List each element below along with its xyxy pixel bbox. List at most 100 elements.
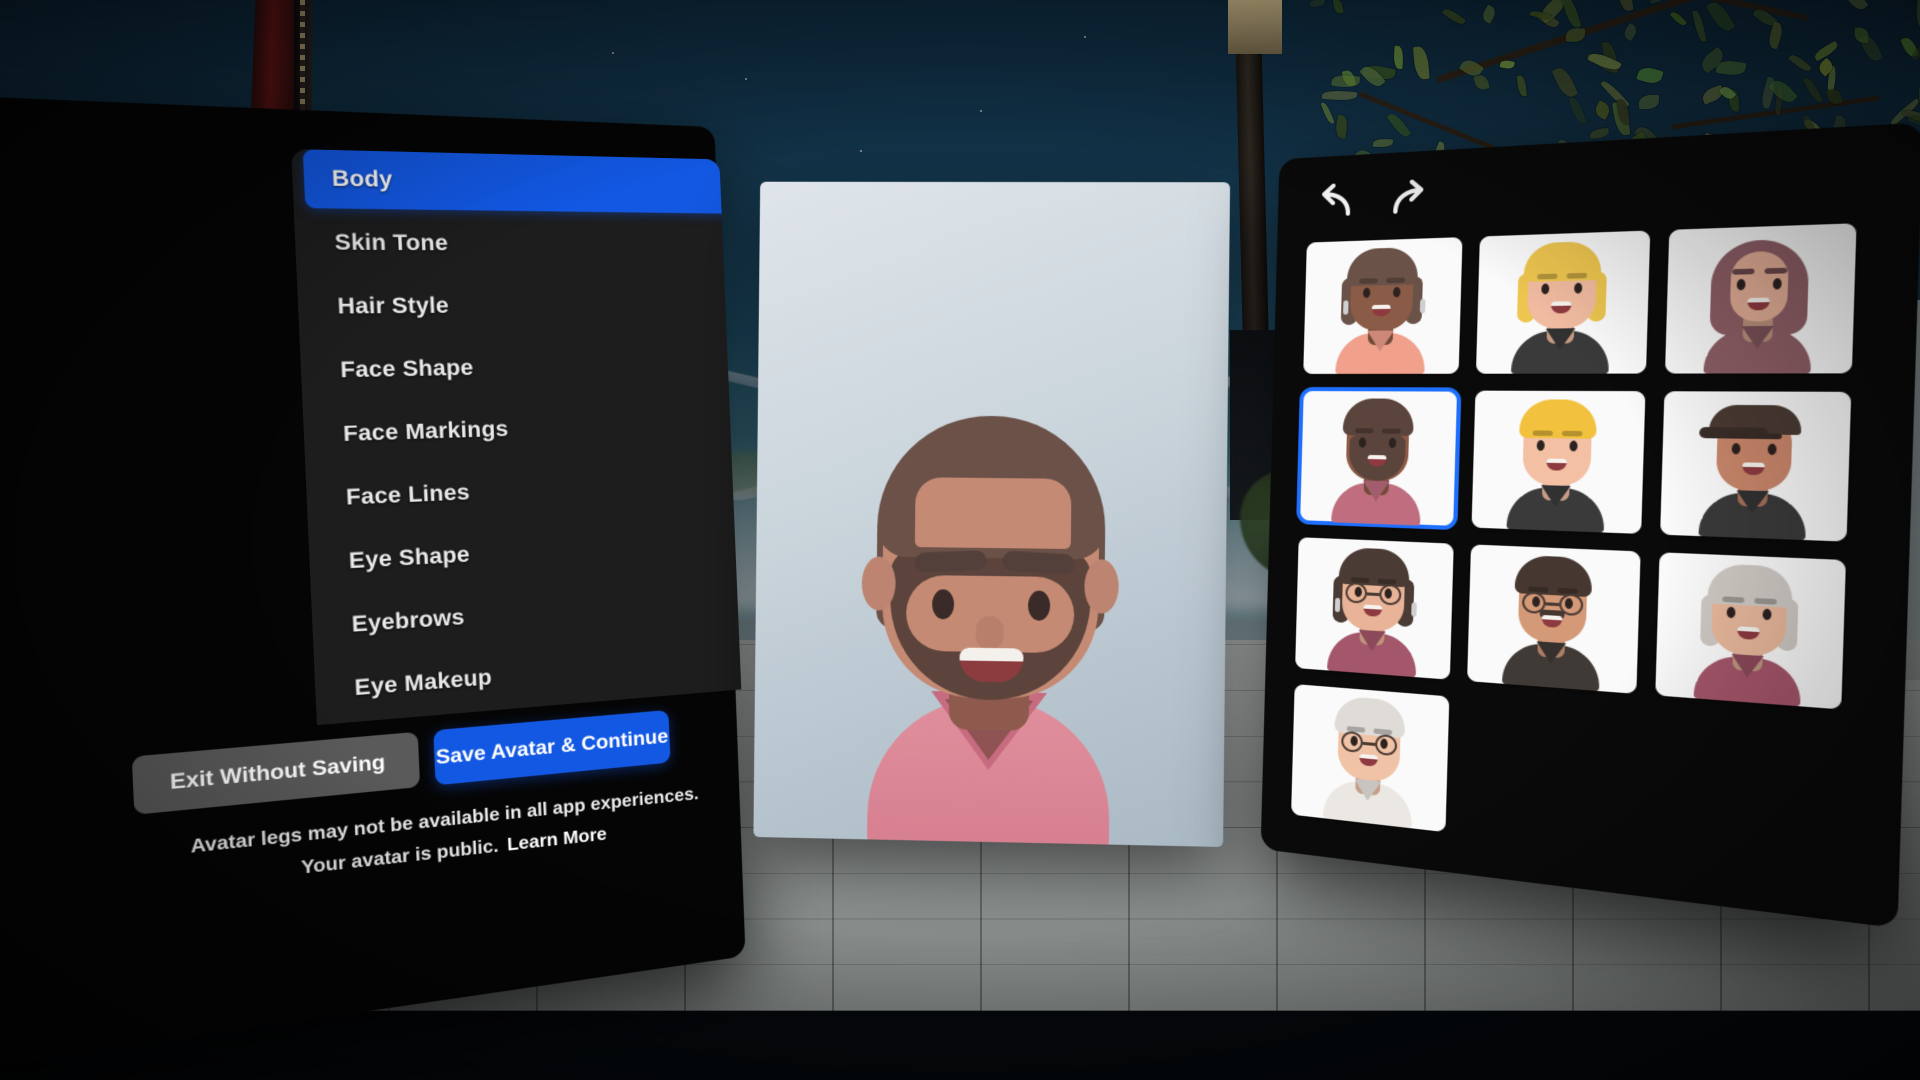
thumb-head [1527, 250, 1597, 329]
thumb-hijab [1710, 239, 1810, 336]
tree-leaf [1637, 64, 1665, 85]
thumb-eyebrow-left [1732, 269, 1754, 275]
thumb-hair-top [1519, 399, 1597, 439]
thumb-hair-top [1707, 563, 1793, 608]
thumb-eyebrow-right [1382, 428, 1401, 433]
avatar-ear-right [1084, 559, 1119, 614]
thumb-eyebrow-right [1557, 588, 1578, 594]
thumb-mustache [1540, 609, 1565, 619]
tree-leaf [1593, 100, 1612, 120]
thumb-eyebrow-left [1347, 726, 1366, 733]
thumb-head [1518, 563, 1588, 644]
thumb-eye-right [1768, 444, 1777, 455]
thumb-hair-top [1524, 241, 1602, 282]
thumb-eye-right [1565, 598, 1573, 609]
tree-leaf [1802, 76, 1823, 105]
tree-leaf [1854, 27, 1869, 42]
category-list[interactable]: Body Skin Tone Hair StyleFace Shape Face Ma… [291, 149, 741, 725]
tree-leaf [1310, 0, 1325, 7]
tree-leaf [1333, 0, 1344, 15]
undo-redo-toolbar [1311, 165, 1513, 230]
menu-item-body[interactable]: Body [303, 149, 742, 214]
thumb-face [1729, 251, 1789, 322]
thumb-mouth [1363, 604, 1382, 616]
thumb-earring-left [1335, 598, 1340, 613]
thumb-neck [1547, 315, 1575, 343]
thumb-collar [1741, 326, 1774, 349]
thumb-neck [1368, 318, 1394, 345]
menu-item-label: Eyebrows [351, 605, 465, 638]
menu-item-label: Body [331, 166, 393, 193]
menu-item-face-shape[interactable]: Face Shape [300, 337, 729, 401]
save-avatar-continue-button[interactable]: Save Avatar & Continue [433, 710, 670, 785]
tree-leaf [1322, 89, 1357, 100]
undo-icon[interactable] [1311, 183, 1357, 222]
thumb-eyebrow-right [1386, 277, 1405, 283]
redo-icon[interactable] [1387, 179, 1434, 219]
thumb-eyebrow-left [1537, 274, 1557, 280]
menu-item-hair-style[interactable]: Hair Style [297, 278, 727, 337]
menu-item-label: Face Markings [343, 417, 509, 447]
avatar-beard-pink-top[interactable] [1299, 390, 1458, 527]
learn-more-link[interactable]: Learn More [507, 823, 608, 855]
thumb-hair-right [1396, 579, 1414, 628]
avatar-grey-hair-mauve-top[interactable] [1655, 552, 1846, 709]
thumb-eyebrow-right [1754, 598, 1777, 605]
thumb-glasses [1341, 731, 1397, 757]
thumb-hair-right [1405, 276, 1423, 324]
thumb-head [1716, 409, 1793, 491]
thumb-torso [1323, 778, 1413, 829]
thumb-hair-right [1587, 271, 1607, 321]
thumb-eye-left [1732, 443, 1741, 454]
thumb-collar [1731, 654, 1764, 679]
avatar-blonde-short-dark-top[interactable] [1472, 391, 1646, 534]
thumb-mouth [1367, 455, 1386, 467]
tree-leaf [1670, 9, 1688, 27]
thumb-neck [1355, 767, 1380, 796]
thumb-hair-top [1339, 547, 1410, 587]
thumb-neck [1359, 618, 1385, 646]
thumb-mouth [1542, 615, 1563, 628]
thumb-hair-left [1517, 273, 1536, 323]
avatar-hijab-mauve[interactable] [1665, 223, 1857, 373]
menu-item-skin-tone[interactable]: Skin Tone [294, 213, 724, 272]
thumb-head [1350, 255, 1414, 331]
thumb-eye-left [1350, 736, 1357, 747]
thumb-cap-brim [1699, 427, 1768, 439]
thumb-torso [1335, 332, 1425, 374]
thumb-eyebrow-left [1528, 586, 1548, 592]
avatar-thumbnail-grid[interactable] [1291, 222, 1883, 880]
thumb-eyebrow-right [1378, 579, 1397, 585]
thumb-hair-right [1777, 598, 1799, 651]
thumb-eyebrow-right [1764, 268, 1787, 274]
menu-item-label: Eye Shape [348, 543, 470, 575]
avatar-locs-pink-top[interactable] [1303, 237, 1462, 374]
thumb-torso [1331, 482, 1421, 526]
thumb-head [1711, 572, 1788, 657]
thumb-earring-left [1343, 300, 1348, 314]
thumb-collar [1541, 485, 1571, 507]
thumb-hair-left [1341, 278, 1359, 325]
thumb-mouth [1747, 298, 1770, 311]
thumb-eyebrow-right [1567, 273, 1588, 279]
thumb-hair-top [1335, 695, 1406, 738]
thumb-torso [1327, 630, 1417, 677]
thumb-eye-right [1574, 283, 1582, 294]
thumb-cap [1709, 405, 1802, 435]
thumb-glasses [1522, 591, 1584, 616]
avatar-white-hair-glasses-labcoat[interactable] [1291, 684, 1449, 832]
thumb-collar [1736, 490, 1769, 513]
tree-leaf [1616, 0, 1633, 12]
avatar-cap-dark-top[interactable] [1660, 391, 1851, 541]
tree-leaf [1560, 0, 1581, 29]
thumb-neck [1537, 629, 1565, 659]
star [860, 150, 862, 152]
avatar-blonde-bob-dark-top[interactable] [1476, 230, 1650, 373]
thumb-torso [1699, 492, 1807, 541]
thumb-neck [1364, 468, 1390, 495]
avatar-glasses-bob-mauve-top[interactable] [1295, 537, 1454, 680]
avatar-preview-board[interactable] [753, 182, 1230, 847]
thumb-eyebrow-left [1727, 433, 1749, 439]
thumb-hair-left [1700, 594, 1721, 646]
avatar-glasses-mustache-suit[interactable] [1467, 544, 1641, 694]
